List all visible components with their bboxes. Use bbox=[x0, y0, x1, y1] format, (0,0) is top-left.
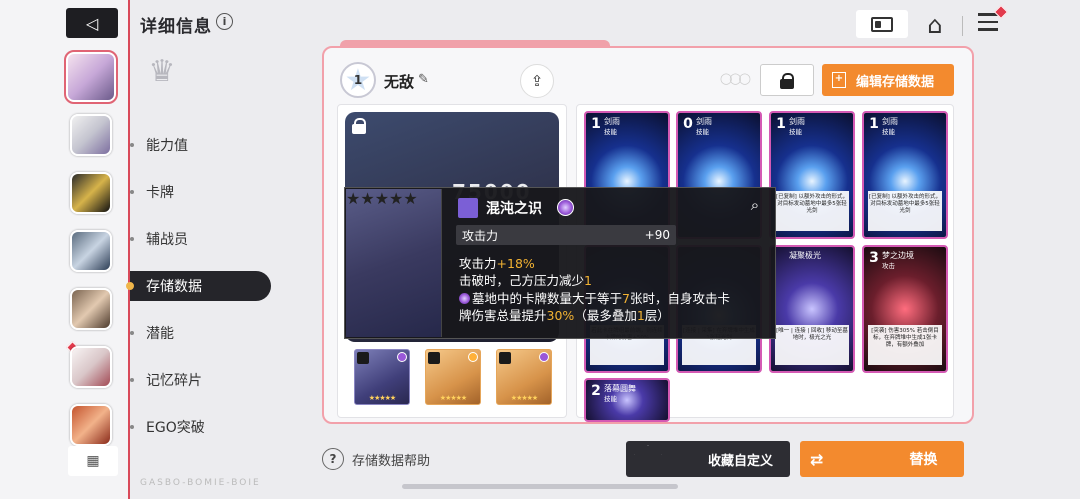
tooltip-desc-line: 牌伤害总量提升30%（最多叠加1层） bbox=[459, 308, 670, 323]
save-name: 无敌 bbox=[384, 73, 415, 91]
back-button[interactable]: ◁ bbox=[66, 8, 118, 38]
page-title: 详细信息 bbox=[140, 17, 212, 37]
laurel-crest-icon: ♛ bbox=[148, 54, 176, 89]
purple-orb-icon bbox=[557, 199, 574, 216]
shirt-type-icon bbox=[428, 352, 440, 364]
lock-icon bbox=[780, 73, 794, 89]
character-portrait[interactable] bbox=[70, 172, 112, 214]
purple-orb-icon bbox=[397, 352, 407, 362]
star-level-badge: 1 bbox=[340, 62, 376, 98]
profile-card-button[interactable] bbox=[856, 10, 908, 38]
character-portrait[interactable] bbox=[70, 346, 112, 388]
menu-item-label: 能力值 bbox=[146, 138, 188, 154]
menu-item-stats[interactable]: 能力值 bbox=[130, 130, 271, 160]
tooltip-stars: ★★★★★ bbox=[346, 189, 418, 208]
grid-view-button[interactable]: ▦ bbox=[68, 446, 118, 476]
divider bbox=[962, 16, 963, 36]
menu-item-label: 记忆碎片 bbox=[146, 373, 202, 389]
save-data-help[interactable]: ? 存储数据帮助 bbox=[322, 448, 430, 470]
card-tile[interactable]: 凝聚极光 [唯一 | 连接 | 回收] 移动至墓地时，极光之光 bbox=[769, 245, 855, 373]
menu-item-label: 卡牌 bbox=[146, 185, 174, 201]
menu-item-save-data[interactable]: 存储数据 bbox=[126, 271, 271, 301]
share-button[interactable]: ⇪ bbox=[520, 64, 554, 98]
menu-item-potential[interactable]: 潜能 bbox=[130, 318, 271, 348]
equipment-slot-cube[interactable]: ★★★★★ bbox=[496, 349, 552, 405]
character-portrait[interactable] bbox=[70, 114, 112, 156]
card-tile[interactable]: 3 梦之边境 攻击 [突袭] 伤害305% 若击倒目标，在弃牌堆中生成1张卡牌，有额… bbox=[862, 245, 948, 373]
lock-button[interactable] bbox=[760, 64, 814, 96]
edit-doc-icon: + bbox=[832, 72, 846, 88]
home-indicator[interactable] bbox=[402, 484, 678, 489]
rings-decoration-icon: ◯◯◯ bbox=[720, 72, 751, 85]
character-portrait-selected[interactable] bbox=[64, 50, 118, 104]
sun-icon bbox=[468, 352, 478, 362]
share-icon: ⇪ bbox=[530, 72, 544, 90]
character-portrait[interactable] bbox=[70, 288, 112, 330]
grid-icon: ▦ bbox=[86, 453, 100, 469]
favorite-custom-button[interactable]: 收藏自定义 bbox=[626, 441, 790, 477]
swap-arrows-icon: ⇄ bbox=[810, 449, 824, 469]
card-lock-icon bbox=[352, 118, 367, 134]
search-icon[interactable]: ⌕ bbox=[744, 196, 766, 218]
ring-type-icon bbox=[499, 352, 511, 364]
replace-button[interactable]: ⇄ 替换 bbox=[800, 441, 964, 477]
menu-item-label: 潜能 bbox=[146, 326, 174, 342]
menu-item-cards[interactable]: 卡牌 bbox=[130, 177, 271, 207]
hamburger-menu-icon[interactable] bbox=[978, 4, 1009, 33]
menu-item-support[interactable]: 辅战员 bbox=[130, 224, 271, 254]
tooltip-title: 混沌之识 bbox=[486, 201, 542, 217]
menu-item-memory[interactable]: 记忆碎片 bbox=[130, 365, 271, 395]
tooltip-desc-line: 击破时，己方压力减少1 bbox=[459, 273, 592, 288]
question-icon: ? bbox=[322, 448, 344, 470]
card-tile[interactable]: 1 剑雨 技能 [已复制] 以额外攻击的形式，对目标发动墓地中最多5张轻光剑 bbox=[769, 111, 855, 239]
menu-item-label: 辅战员 bbox=[146, 232, 188, 248]
footer-watermark: GASBO-BOMIE-BOIE bbox=[140, 478, 261, 488]
card-tile[interactable]: 2 落幕圆舞 技能 bbox=[584, 378, 670, 422]
sword-type-icon bbox=[458, 198, 478, 218]
sword-type-icon bbox=[357, 352, 369, 364]
home-icon[interactable]: ⌂ bbox=[920, 10, 950, 40]
character-portrait[interactable] bbox=[70, 230, 112, 272]
pencil-icon[interactable]: ✎ bbox=[418, 72, 429, 87]
menu-item-label: 存储数据 bbox=[146, 279, 202, 295]
edit-save-data-button[interactable]: + 编辑存储数据 bbox=[822, 64, 954, 96]
character-portrait[interactable] bbox=[70, 404, 112, 446]
equipment-slot-teacup[interactable]: ★★★★★ bbox=[425, 349, 481, 405]
star-icon bbox=[634, 445, 662, 471]
menu-item-ego[interactable]: EGO突破 bbox=[130, 412, 271, 442]
back-triangle-icon: ◁ bbox=[85, 13, 99, 33]
card-tile[interactable]: 1 剑雨 技能 [已复制] 以额外攻击的形式，对目标发动墓地中最多5张轻光剑 bbox=[862, 111, 948, 239]
tooltip-stat-row: 攻击力 +90 bbox=[456, 225, 676, 245]
id-card-icon bbox=[871, 16, 893, 32]
purple-orb-icon bbox=[459, 293, 470, 304]
info-icon[interactable]: i bbox=[216, 13, 233, 30]
menu-item-label: EGO突破 bbox=[146, 420, 205, 436]
tooltip-item-art bbox=[346, 189, 442, 337]
equipment-slot-gun[interactable]: ★★★★★ bbox=[354, 349, 410, 405]
purple-orb-icon bbox=[539, 352, 549, 362]
